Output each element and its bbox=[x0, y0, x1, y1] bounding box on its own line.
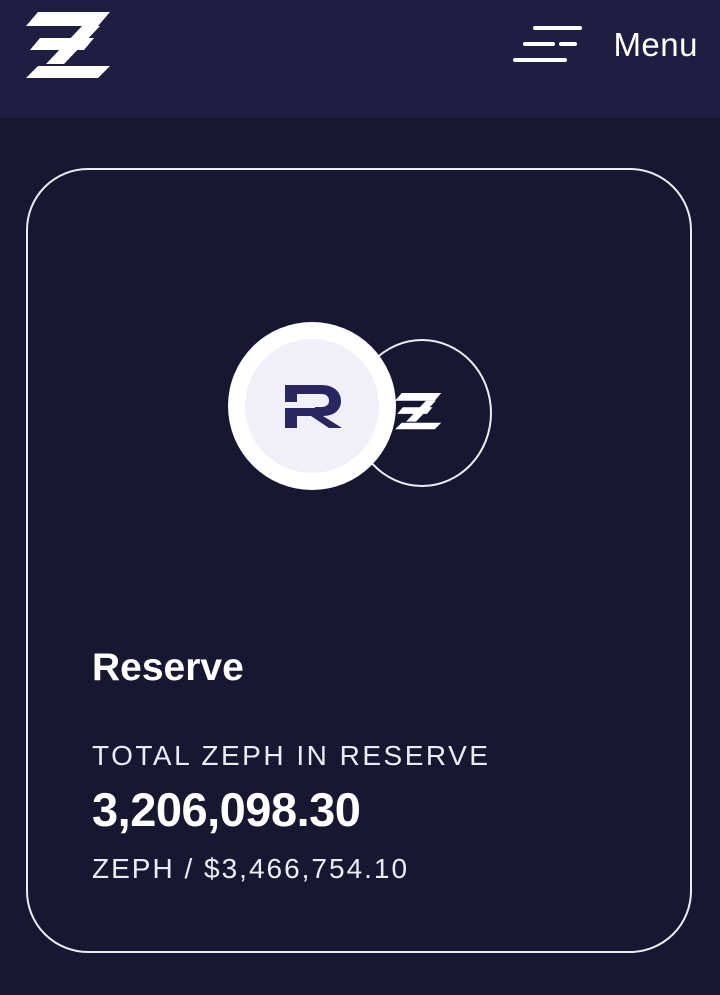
reserve-coin-icon bbox=[228, 322, 396, 490]
coin-pair bbox=[228, 322, 498, 492]
reserve-card: Reserve TOTAL ZEPH IN RESERVE 3,206,098.… bbox=[26, 168, 692, 953]
menu-label[interactable]: Menu bbox=[613, 26, 698, 64]
reserve-usd-value: ZEPH / $3,466,754.10 bbox=[92, 853, 410, 884]
zephyr-logo-icon[interactable] bbox=[24, 12, 112, 80]
r-letter-icon bbox=[285, 385, 342, 428]
card-title: Reserve bbox=[92, 646, 244, 689]
hamburger-menu-icon[interactable] bbox=[513, 24, 583, 66]
reserve-coin-inner bbox=[245, 339, 379, 473]
reserve-value: 3,206,098.30 bbox=[92, 783, 361, 836]
reserve-label: TOTAL ZEPH IN RESERVE bbox=[92, 740, 491, 771]
menu-button[interactable]: Menu bbox=[513, 20, 698, 70]
top-header: Menu bbox=[0, 0, 720, 118]
